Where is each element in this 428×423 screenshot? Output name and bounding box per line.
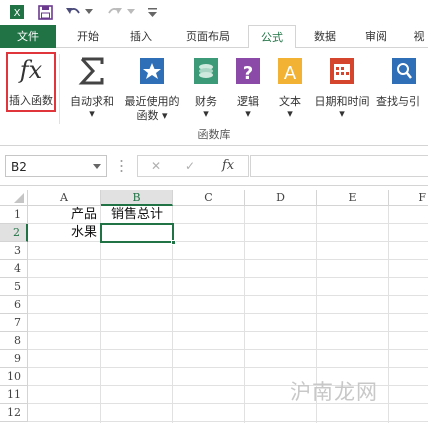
tab-home[interactable]: 开始 bbox=[64, 25, 112, 48]
ribbon-separator bbox=[59, 54, 60, 124]
financial-icon bbox=[191, 56, 221, 86]
insert-function-label: 插入函数 bbox=[9, 94, 53, 107]
tab-view[interactable]: 视 bbox=[408, 25, 428, 48]
enter-icon[interactable]: ✓ bbox=[185, 159, 195, 173]
text-button[interactable]: A 文本 ▾ bbox=[270, 52, 310, 122]
autosum-dropdown: ▾ bbox=[89, 107, 95, 120]
lookup-label: 查找与引 bbox=[376, 95, 420, 108]
column-header-b[interactable]: B bbox=[101, 190, 173, 206]
date-time-button[interactable]: 日期和时间 ▾ bbox=[310, 52, 374, 122]
row-header-1[interactable]: 1 bbox=[0, 206, 28, 224]
name-box[interactable]: B2 bbox=[5, 155, 107, 177]
row-header-8[interactable]: 8 bbox=[0, 332, 28, 350]
cell-a1[interactable]: 产品 bbox=[28, 206, 101, 224]
formula-input[interactable] bbox=[250, 155, 428, 177]
text-icon: A bbox=[275, 56, 305, 86]
lookup-reference-button[interactable]: 查找与引 bbox=[376, 52, 428, 122]
tab-data[interactable]: 数据 bbox=[302, 25, 348, 48]
tab-insert[interactable]: 插入 bbox=[118, 25, 164, 48]
formula-bar: B2 ✕ ✓ fx bbox=[0, 147, 428, 186]
tab-review[interactable]: 审阅 bbox=[352, 25, 400, 48]
financial-dropdown: ▾ bbox=[203, 107, 209, 120]
row-header-9[interactable]: 9 bbox=[0, 350, 28, 368]
row-header-11[interactable]: 11 bbox=[0, 386, 28, 404]
svg-text:?: ? bbox=[243, 63, 253, 84]
row-header-4[interactable]: 4 bbox=[0, 260, 28, 278]
svg-text:X: X bbox=[14, 8, 21, 19]
row-header-2[interactable]: 2 bbox=[0, 224, 28, 242]
recently-used-button[interactable]: 最近使用的 函数 ▾ bbox=[120, 52, 184, 122]
watermark-text: 沪南龙网 bbox=[290, 380, 378, 404]
redo-dropdown-icon[interactable] bbox=[126, 3, 136, 21]
row-header-10[interactable]: 10 bbox=[0, 368, 28, 386]
logical-button[interactable]: ? 逻辑 ▾ bbox=[228, 52, 268, 122]
svg-text:A: A bbox=[284, 63, 297, 84]
name-box-value: B2 bbox=[11, 160, 27, 174]
row-header-3[interactable]: 3 bbox=[0, 242, 28, 260]
logical-dropdown: ▾ bbox=[245, 107, 251, 120]
calendar-icon bbox=[327, 56, 357, 86]
autosum-button[interactable]: 自动求和 ▾ bbox=[62, 52, 122, 122]
formula-controls: ✕ ✓ fx bbox=[137, 155, 249, 177]
undo-icon[interactable] bbox=[64, 3, 82, 21]
row-header-6[interactable]: 6 bbox=[0, 296, 28, 314]
tab-formulas[interactable]: 公式 bbox=[248, 25, 296, 49]
sigma-icon bbox=[77, 56, 107, 86]
active-cell-b2[interactable] bbox=[100, 223, 176, 245]
star-book-icon bbox=[137, 56, 167, 86]
save-icon[interactable] bbox=[36, 3, 54, 21]
lookup-icon bbox=[389, 56, 419, 86]
ribbon-formulas: fx 插入函数 自动求和 ▾ 最近使用的 函数 ▾ 财务 ▾ ? 逻辑 ▾ A … bbox=[0, 48, 428, 146]
financial-button[interactable]: 财务 ▾ bbox=[186, 52, 226, 122]
grip-icon bbox=[120, 159, 123, 173]
excel-icon: X bbox=[8, 3, 26, 21]
title-bar: X bbox=[0, 0, 428, 25]
undo-dropdown-icon[interactable] bbox=[84, 3, 94, 21]
insert-function-button[interactable]: fx 插入函数 bbox=[6, 52, 56, 112]
date-time-dropdown: ▾ bbox=[339, 107, 345, 120]
column-header-d[interactable]: D bbox=[245, 190, 317, 206]
select-all-corner[interactable] bbox=[0, 190, 28, 206]
cancel-icon[interactable]: ✕ bbox=[151, 159, 161, 173]
recently-used-label-2: 函数 ▾ bbox=[136, 109, 168, 122]
column-header-e[interactable]: E bbox=[317, 190, 389, 206]
row-header-12[interactable]: 12 bbox=[0, 404, 28, 422]
logical-icon: ? bbox=[233, 56, 263, 86]
row-header-7[interactable]: 7 bbox=[0, 314, 28, 332]
customize-icon[interactable] bbox=[146, 3, 158, 21]
column-header-f[interactable]: F bbox=[389, 190, 428, 206]
cell-a2[interactable]: 水果 bbox=[28, 224, 101, 242]
fill-handle[interactable] bbox=[171, 240, 176, 245]
text-dropdown: ▾ bbox=[287, 107, 293, 120]
row-header-5[interactable]: 5 bbox=[0, 278, 28, 296]
redo-icon[interactable] bbox=[106, 3, 124, 21]
column-header-a[interactable]: A bbox=[28, 190, 101, 206]
tab-page-layout[interactable]: 页面布局 bbox=[170, 25, 246, 48]
chevron-down-icon[interactable] bbox=[93, 164, 101, 169]
fx-icon: fx bbox=[19, 56, 43, 84]
function-library-group-label: 函数库 bbox=[197, 128, 231, 141]
tab-file[interactable]: 文件 bbox=[0, 25, 56, 48]
insert-function-fx-icon[interactable]: fx bbox=[222, 158, 234, 173]
ribbon-tabs: 文件 开始 插入 页面布局 公式 数据 审阅 视 bbox=[0, 25, 428, 49]
cell-b1[interactable]: 销售总计 bbox=[101, 206, 173, 224]
column-header-c[interactable]: C bbox=[173, 190, 245, 206]
